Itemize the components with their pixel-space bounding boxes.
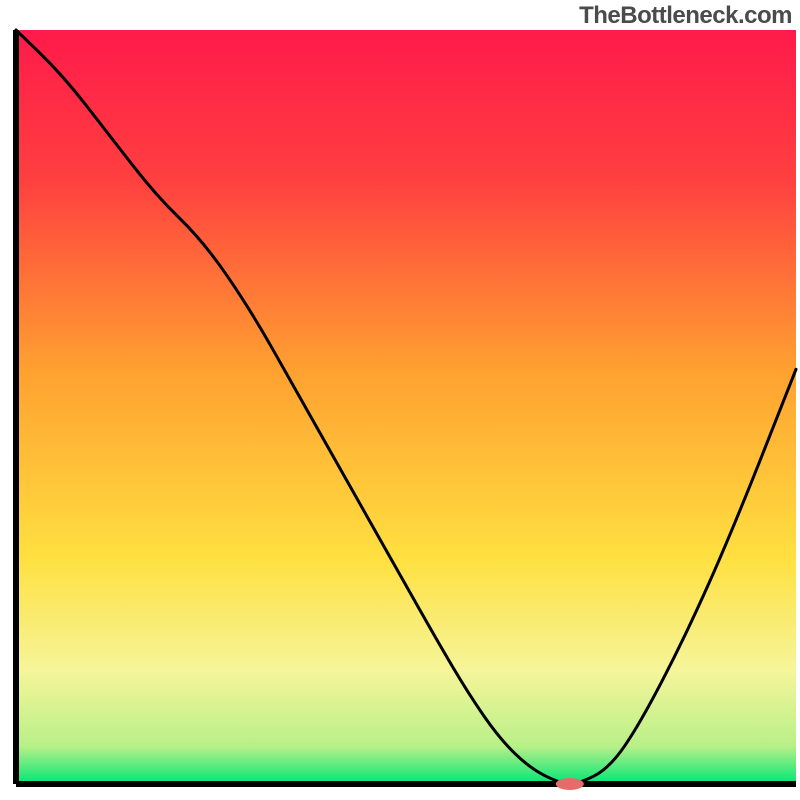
target-marker xyxy=(556,778,584,790)
gradient-background xyxy=(16,30,796,784)
chart-container: TheBottleneck.com xyxy=(0,0,800,800)
bottleneck-chart xyxy=(0,0,800,800)
watermark-text: TheBottleneck.com xyxy=(579,2,792,30)
